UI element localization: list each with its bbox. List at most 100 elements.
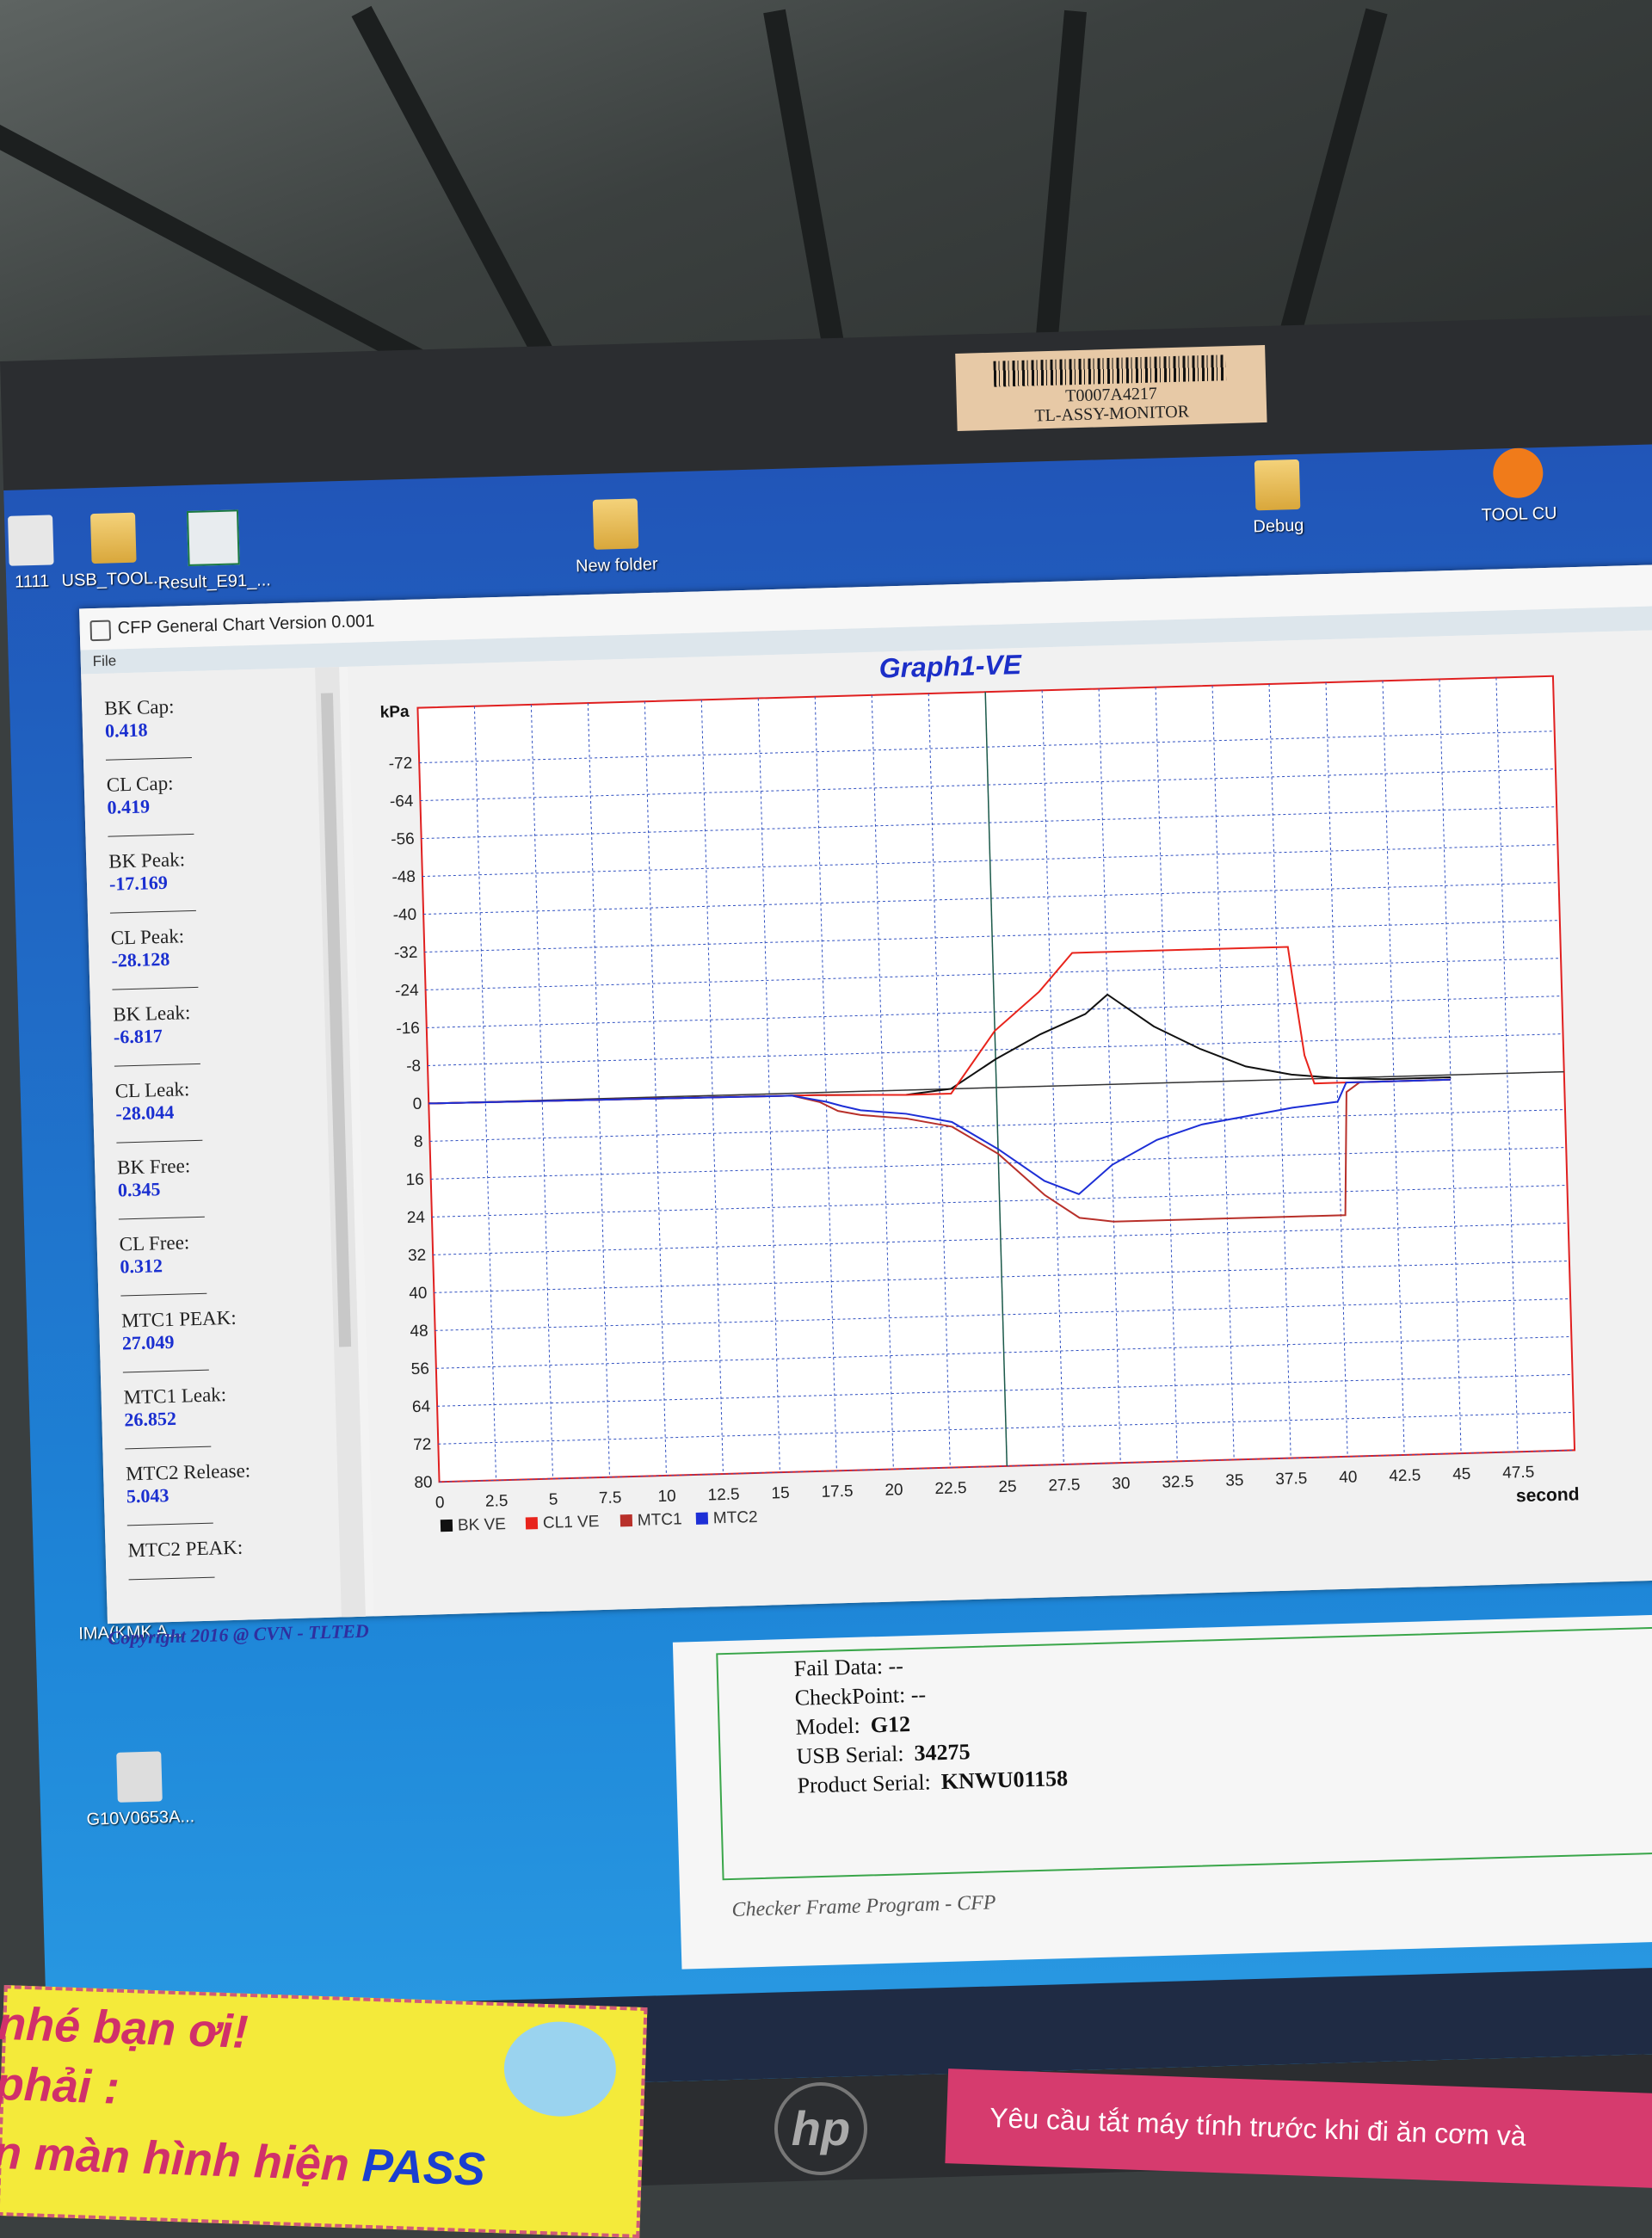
app-logo-icon (89, 620, 112, 642)
usb-serial-label: USB Serial: (796, 1741, 904, 1769)
hp-logo: hp (774, 2082, 867, 2175)
y-tick-label: 72 (413, 1435, 432, 1454)
y-tick-label: 64 (412, 1398, 431, 1417)
stat-divider (109, 909, 196, 914)
desktop-icon-new-folder[interactable]: New folder (555, 497, 677, 577)
x-tick-label: 40 (1339, 1468, 1358, 1487)
legend-label: CL1 VE (543, 1513, 600, 1532)
yellow-sticker: nhé bạn ơi! phải : n màn hình hiện PASS (0, 1985, 648, 2238)
cfp-main-panel: Fail Data: -- CheckPoint: -- Model: G12 U… (672, 1613, 1652, 1970)
stat-label: MTC2 PEAK: (127, 1536, 243, 1562)
y-tick-label: -8 (406, 1057, 421, 1076)
stat-divider (118, 1216, 205, 1220)
desktop-icon-tool-cu[interactable]: TOOL CU (1458, 447, 1580, 527)
stat-item: CL Peak: -28.128 (110, 922, 301, 990)
x-tick-label: 32.5 (1162, 1473, 1194, 1492)
y-tick-label: -24 (395, 982, 419, 1001)
model-row: Model: G12 (795, 1711, 910, 1741)
fail-data: Fail Data: -- (793, 1653, 904, 1681)
x-tick-label: 12.5 (707, 1486, 740, 1505)
stat-value: -28.044 (115, 1101, 175, 1125)
x-tick-label: 0 (435, 1494, 445, 1512)
usb-serial-row: USB Serial: 34275 (796, 1739, 971, 1770)
cfp-footer: Checker Frame Program - CFP (731, 1891, 996, 1921)
desktop: 1111 USB_TOOL... Result_E91_... New fold… (3, 444, 1652, 2099)
model-label: Model: (795, 1712, 861, 1740)
stat-value: 0.312 (120, 1255, 163, 1278)
stat-item: BK Peak: -17.169 (108, 846, 299, 914)
x-tick-label: 27.5 (1048, 1476, 1081, 1495)
stat-value: 0.345 (117, 1178, 161, 1201)
desktop-icon-result[interactable]: Result_E91_... (152, 509, 275, 594)
y-tick-label: 24 (407, 1209, 426, 1228)
desktop-icon-debug[interactable]: Debug (1217, 459, 1339, 539)
stat-divider (125, 1446, 212, 1450)
y-tick-label: -64 (390, 792, 414, 811)
stat-divider (116, 1139, 203, 1144)
y-tick-label: 32 (408, 1247, 427, 1266)
monitor: T0007A4217 TL-ASSY-MONITOR 1111 USB_TOOL… (0, 315, 1652, 2203)
excel-file-icon (186, 509, 240, 566)
legend-label: MTC2 (713, 1508, 758, 1527)
sticker-line1: nhé bạn ơi! (0, 1997, 250, 2058)
sticker-line2: phải : (0, 2057, 120, 2114)
stat-value: 0.419 (107, 795, 151, 818)
x-tick-label: 17.5 (821, 1483, 854, 1501)
y-tick-label: 56 (410, 1360, 429, 1379)
legend-label: BK VE (458, 1515, 507, 1535)
y-axis-label: kPa (379, 703, 410, 722)
x-tick-label: 2.5 (485, 1492, 509, 1511)
y-tick-label: 8 (414, 1133, 423, 1151)
pumpkin-icon (1492, 447, 1544, 499)
window-title: CFP General Chart Version 0.001 (117, 611, 375, 638)
stat-item: CL Leak: -28.044 (114, 1075, 305, 1144)
stat-divider (120, 1292, 207, 1297)
stat-item: BK Cap: 0.418 (104, 693, 295, 761)
stat-item: BK Leak: -6.817 (113, 998, 304, 1067)
stat-item: MTC2 Release: 5.043 (126, 1458, 317, 1526)
model-value: G12 (870, 1711, 911, 1738)
x-axis-label: second (1516, 1484, 1580, 1506)
stat-value: -28.128 (111, 947, 170, 971)
x-tick-label: 30 (1112, 1475, 1131, 1494)
stat-value: 5.043 (126, 1484, 170, 1507)
stat-divider (108, 833, 194, 837)
x-tick-label: 22.5 (934, 1479, 967, 1498)
chart-window: CFP General Chart Version 0.001 File BK … (79, 564, 1652, 1649)
scrollbar-thumb[interactable] (320, 693, 352, 1347)
folder-icon (89, 512, 137, 564)
y-tick-label: 16 (405, 1171, 424, 1190)
y-tick-label: -48 (391, 868, 416, 887)
sticker-line3: n màn hình hiện PASS (0, 2126, 486, 2196)
asset-tag: T0007A4217 TL-ASSY-MONITOR (955, 344, 1267, 431)
stat-divider (128, 1576, 215, 1581)
y-tick-label: 80 (414, 1473, 433, 1492)
product-serial-value: KNWU01158 (940, 1765, 1069, 1795)
legend-swatch (440, 1519, 453, 1532)
stat-item: MTC1 PEAK: 27.049 (121, 1304, 312, 1373)
x-tick-label: 5 (549, 1490, 558, 1508)
stat-value: -6.817 (113, 1025, 163, 1048)
x-tick-label: 35 (1225, 1471, 1244, 1490)
y-tick-label: -72 (388, 755, 412, 774)
y-tick-label: -40 (392, 906, 416, 925)
plot-panel: 0 2.5 5 7.5 10 12.5 15 17.5 20 22.5 25 27.5 30 32.5 35… (348, 630, 1652, 1617)
x-tick-label: 47.5 (1502, 1464, 1535, 1483)
stat-divider (126, 1522, 213, 1526)
stat-value: 26.852 (124, 1407, 177, 1431)
stat-value: 27.049 (121, 1330, 175, 1354)
y-tick-label: -32 (394, 944, 418, 963)
megaphone-icon (116, 1751, 163, 1803)
desktop-icon-g10v[interactable]: G10V0653A... (78, 1750, 200, 1830)
stats-panel: BK Cap: 0.418 CL Cap: 0.419 BK Peak: -17.169 C… (81, 667, 366, 1625)
y-tick-label: -56 (391, 830, 415, 849)
stat-item: MTC2 PEAK: (127, 1534, 317, 1581)
checkpoint: CheckPoint: -- (794, 1681, 927, 1711)
stat-value: -17.169 (108, 871, 169, 895)
folder-icon (592, 498, 639, 550)
legend-swatch (525, 1517, 539, 1530)
usb-serial-value: 34275 (914, 1739, 971, 1766)
menu-file[interactable]: File (93, 652, 117, 669)
x-tick-label: 7.5 (599, 1489, 622, 1507)
x-tick-label: 10 (657, 1488, 676, 1507)
